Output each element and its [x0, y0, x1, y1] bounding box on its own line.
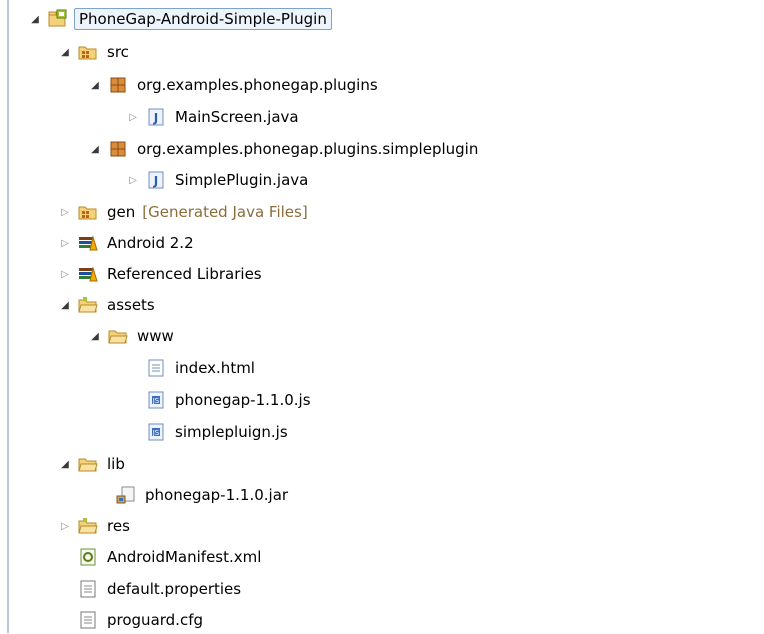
expanded-arrow-icon[interactable]: ◢: [28, 12, 42, 26]
svg-text:J: J: [153, 111, 158, 125]
tree-item-android-library[interactable]: ▷ Android 2.2: [58, 229, 197, 257]
library-icon: [79, 266, 98, 282]
folder-icon: [78, 297, 98, 313]
tree-item-label: phonegap-1.1.0.jar: [145, 486, 289, 504]
tree-item-label: src: [107, 43, 129, 61]
collapsed-arrow-icon[interactable]: ▷: [58, 236, 72, 250]
tree-item-lib[interactable]: ◢ lib: [58, 450, 128, 478]
expanded-arrow-icon[interactable]: ◢: [88, 78, 102, 92]
svg-text:JS: JS: [152, 397, 160, 405]
source-folder-icon: [78, 206, 97, 220]
tree-item-js-file[interactable]: JS simplepluign.js: [146, 418, 291, 446]
tree-item-label: gen: [107, 203, 136, 221]
collapsed-arrow-icon[interactable]: ▷: [126, 173, 140, 187]
svg-text:JS: JS: [152, 429, 160, 437]
tree-item-java-file[interactable]: ▷ J MainScreen.java: [126, 103, 302, 131]
tree-item-label: lib: [107, 455, 125, 473]
library-icon: [79, 235, 98, 251]
collapsed-arrow-icon[interactable]: ▷: [126, 110, 140, 124]
tree-item-label: Referenced Libraries: [107, 265, 262, 283]
tree-item-www[interactable]: ◢ www: [88, 322, 177, 350]
svg-text:J: J: [153, 174, 158, 188]
js-file-icon: JS: [148, 423, 164, 441]
java-file-icon: J: [148, 171, 164, 189]
expanded-arrow-icon[interactable]: ◢: [88, 329, 102, 343]
tree-item-label: org.examples.phonegap.plugins.simpleplug…: [137, 140, 479, 158]
tree-item-package[interactable]: ◢ org.examples.phonegap.plugins: [88, 71, 381, 99]
folder-icon: [78, 458, 98, 472]
folder-icon: [108, 330, 128, 344]
jar-file-icon: [116, 486, 135, 504]
package-icon: [110, 141, 126, 157]
tree-item-label: simplepluign.js: [175, 423, 288, 441]
collapsed-arrow-icon[interactable]: ▷: [58, 519, 72, 533]
java-file-icon: J: [148, 108, 164, 126]
tree-item-label: proguard.cfg: [107, 611, 203, 629]
tree-item-src[interactable]: ◢ src: [58, 38, 132, 66]
tree-item-label: www: [137, 327, 174, 345]
expanded-arrow-icon[interactable]: ◢: [88, 142, 102, 156]
expanded-arrow-icon[interactable]: ◢: [58, 45, 72, 59]
package-explorer-tree: ◢ PhoneGap-Android-Simple-Plugin ◢ src ◢…: [0, 0, 764, 633]
tree-item-properties-file[interactable]: default.properties: [78, 575, 244, 603]
folder-icon: [78, 518, 98, 534]
expanded-arrow-icon[interactable]: ◢: [58, 457, 72, 471]
tree-item-package[interactable]: ◢ org.examples.phonegap.plugins.simplepl…: [88, 135, 481, 163]
tree-item-label: Android 2.2: [107, 234, 194, 252]
tree-item-java-file[interactable]: ▷ J SimplePlugin.java: [126, 166, 311, 194]
tree-item-html-file[interactable]: index.html: [146, 354, 258, 382]
text-file-icon: [80, 580, 96, 598]
tree-item-label: SimplePlugin.java: [175, 171, 309, 189]
tree-item-label: assets: [107, 296, 155, 314]
tree-item-root[interactable]: ◢ PhoneGap-Android-Simple-Plugin: [28, 5, 332, 33]
tree-item-assets[interactable]: ◢ assets: [58, 291, 158, 319]
html-file-icon: [148, 359, 164, 377]
manifest-file-icon: [80, 548, 96, 566]
tree-item-label: AndroidManifest.xml: [107, 548, 262, 566]
android-project-icon: [48, 9, 67, 27]
collapsed-arrow-icon[interactable]: ▷: [58, 205, 72, 219]
tree-item-label: default.properties: [107, 580, 242, 598]
tree-item-cfg-file[interactable]: proguard.cfg: [78, 606, 206, 634]
tree-item-res[interactable]: ▷ res: [58, 512, 133, 540]
tree-item-label: org.examples.phonegap.plugins: [137, 76, 378, 94]
tree-item-label: res: [107, 517, 130, 535]
expanded-arrow-icon[interactable]: ◢: [58, 298, 72, 312]
tree-item-label: index.html: [175, 359, 255, 377]
tree-item-manifest-file[interactable]: AndroidManifest.xml: [78, 543, 264, 571]
tree-item-label: phonegap-1.1.0.js: [175, 391, 311, 409]
collapsed-arrow-icon[interactable]: ▷: [58, 267, 72, 281]
js-file-icon: JS: [148, 391, 164, 409]
tree-item-gen[interactable]: ▷ gen [Generated Java Files]: [58, 198, 308, 226]
tree-item-referenced-libraries[interactable]: ▷ Referenced Libraries: [58, 260, 265, 288]
tree-item-jar-file[interactable]: phonegap-1.1.0.jar: [116, 481, 291, 509]
tree-item-label: PhoneGap-Android-Simple-Plugin: [74, 8, 332, 30]
tree-item-label: MainScreen.java: [175, 108, 299, 126]
generated-files-decorator: [Generated Java Files]: [142, 203, 308, 221]
source-folder-icon: [78, 46, 97, 60]
text-file-icon: [80, 611, 96, 629]
tree-item-js-file[interactable]: JS phonegap-1.1.0.js: [146, 386, 314, 414]
package-icon: [110, 77, 126, 93]
